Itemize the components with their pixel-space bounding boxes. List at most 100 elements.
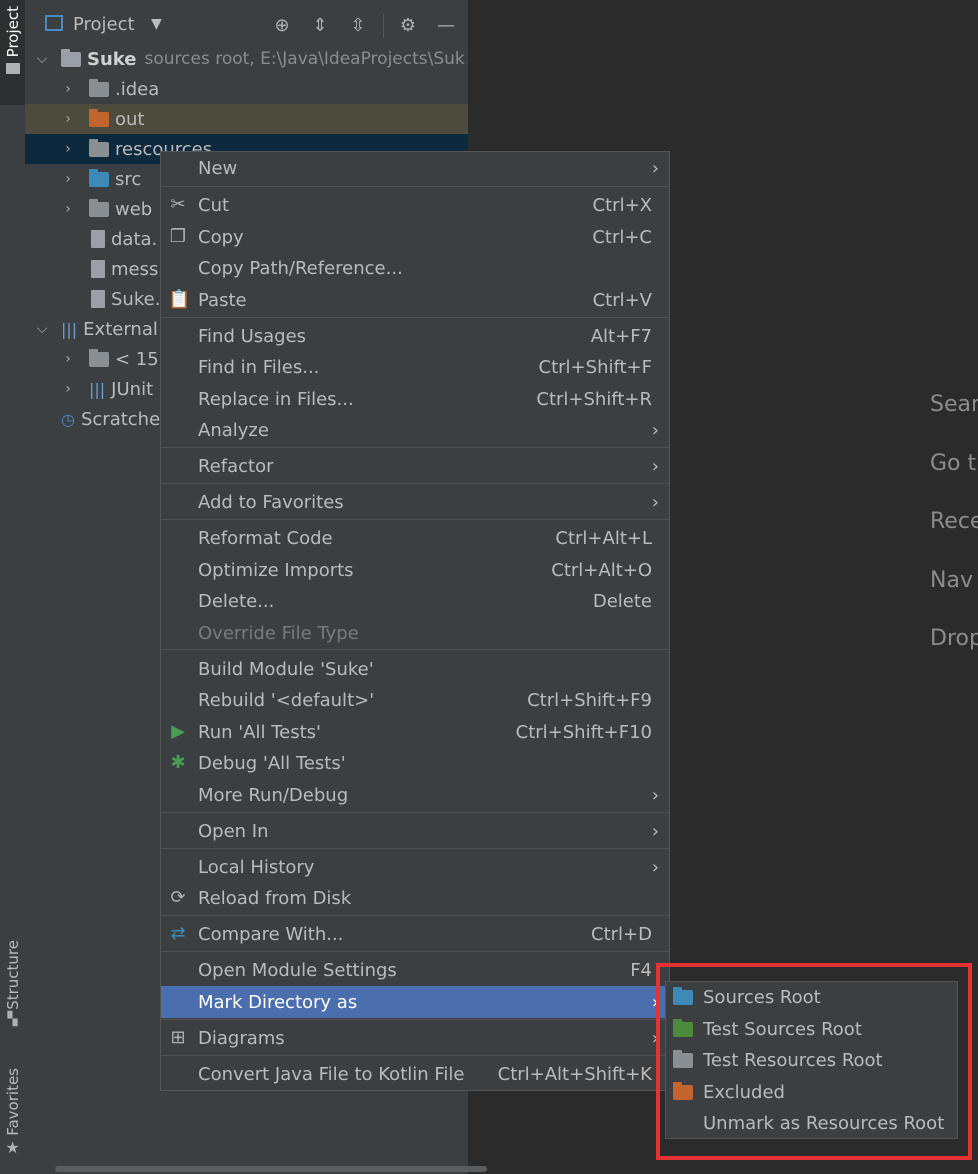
editor-hint: Drop <box>930 626 978 651</box>
menu-item-open-module-settings[interactable]: Open Module Settings F4 <box>161 954 669 986</box>
expand-all-icon[interactable]: ⇕ <box>310 16 330 36</box>
menu-item-paste[interactable]: 📋 Paste Ctrl+V <box>161 284 669 316</box>
chevron-right-icon[interactable]: › <box>61 201 75 217</box>
panel-title[interactable]: Project <box>73 14 135 35</box>
bug-icon: ✱ <box>170 752 186 773</box>
menu-item-shortcut: F4 <box>630 959 652 981</box>
excluded-folder-icon <box>89 108 109 127</box>
jdk-folder-icon <box>89 348 109 367</box>
menu-separator <box>161 915 669 916</box>
menu-item-replace-in-files[interactable]: Replace in Files... Ctrl+Shift+R <box>161 383 669 415</box>
menu-item-compare-with[interactable]: ⇄ Compare With... Ctrl+D <box>161 918 669 950</box>
file-icon <box>91 260 105 278</box>
tree-label: data. <box>111 228 158 250</box>
menu-item-convert-to-kotlin[interactable]: Convert Java File to Kotlin File Ctrl+Al… <box>161 1058 669 1090</box>
left-tool-strip: Project Structure ▚ Favorites ★ <box>0 0 26 1174</box>
collapse-all-icon[interactable]: ⇳ <box>348 16 368 36</box>
menu-item-refactor[interactable]: Refactor › <box>161 450 669 482</box>
menu-item-label: Refactor <box>198 455 274 477</box>
compare-icon: ⇄ <box>170 923 186 944</box>
menu-item-label: Mark Directory as <box>198 991 358 1013</box>
menu-item-run-all-tests[interactable]: ▶ Run 'All Tests' Ctrl+Shift+F10 <box>161 716 669 748</box>
chevron-right-icon[interactable]: › <box>61 381 75 397</box>
library-icon: ||| <box>61 319 78 339</box>
chevron-right-icon: › <box>651 419 659 441</box>
folder-icon <box>5 63 20 75</box>
copy-icon: ❐ <box>169 226 187 247</box>
menu-item-label: New <box>198 157 238 179</box>
menu-item-shortcut: Ctrl+X <box>592 194 652 216</box>
menu-item-add-to-favorites[interactable]: Add to Favorites › <box>161 486 669 518</box>
menu-separator <box>161 812 669 813</box>
chevron-right-icon[interactable]: › <box>61 171 75 187</box>
tree-row-idea[interactable]: › .idea <box>25 74 468 104</box>
menu-item-shortcut: Ctrl+V <box>592 289 652 311</box>
favorites-tab-label: Favorites <box>3 1068 22 1136</box>
chevron-down-icon[interactable]: ▼ <box>151 16 162 32</box>
menu-item-local-history[interactable]: Local History › <box>161 851 669 883</box>
clipboard-icon: 📋 <box>168 289 191 310</box>
menu-item-reload-from-disk[interactable]: ⟳ Reload from Disk <box>161 882 669 914</box>
annotation-highlight-box <box>656 963 972 1160</box>
favorites-tool-tab[interactable]: Favorites ★ <box>0 1068 25 1174</box>
chevron-right-icon: › <box>651 856 659 878</box>
menu-separator <box>161 519 669 520</box>
menu-item-label: Optimize Imports <box>198 559 354 581</box>
source-folder-icon <box>89 168 109 187</box>
menu-separator <box>161 1019 669 1020</box>
menu-item-find-usages[interactable]: Find Usages Alt+F7 <box>161 320 669 352</box>
menu-item-optimize-imports[interactable]: Optimize Imports Ctrl+Alt+O <box>161 554 669 586</box>
menu-item-label: Build Module 'Suke' <box>198 658 374 680</box>
chevron-right-icon[interactable]: › <box>61 351 75 367</box>
editor-hint: Sear <box>930 392 978 417</box>
menu-item-open-in[interactable]: Open In › <box>161 815 669 847</box>
project-tool-tab[interactable]: Project <box>0 0 25 105</box>
chevron-down-icon[interactable]: ⌵ <box>35 321 49 337</box>
chevron-down-icon[interactable]: ⌵ <box>35 51 49 67</box>
tree-row-suke[interactable]: ⌵ Suke sources root, E:\Java\IdeaProject… <box>25 44 468 74</box>
menu-item-delete[interactable]: Delete... Delete <box>161 585 669 617</box>
locate-icon[interactable]: ⊕ <box>272 16 292 36</box>
tree-row-out[interactable]: › out <box>25 104 468 134</box>
menu-item-label: Rebuild '<default>' <box>198 689 375 711</box>
menu-item-new[interactable]: New › <box>161 152 669 184</box>
tree-label: mess <box>111 258 159 280</box>
chevron-right-icon: › <box>651 784 659 806</box>
menu-item-label: Compare With... <box>198 923 344 945</box>
menu-item-cut[interactable]: ✂ Cut Ctrl+X <box>161 189 669 221</box>
menu-item-shortcut: Ctrl+Alt+O <box>551 559 652 581</box>
menu-item-shortcut: Ctrl+Shift+F10 <box>515 721 652 743</box>
chevron-right-icon[interactable]: › <box>61 141 75 157</box>
menu-item-diagrams[interactable]: ⊞ Diagrams › <box>161 1022 669 1054</box>
gear-icon[interactable]: ⚙ <box>398 16 418 36</box>
menu-item-label: Local History <box>198 856 315 878</box>
menu-item-build-module[interactable]: Build Module 'Suke' <box>161 653 669 685</box>
menu-item-mark-directory-as[interactable]: Mark Directory as › <box>161 986 669 1018</box>
menu-item-more-run-debug[interactable]: More Run/Debug › <box>161 779 669 811</box>
menu-item-copy-path[interactable]: Copy Path/Reference... <box>161 252 669 284</box>
menu-item-shortcut: Ctrl+Shift+F9 <box>527 689 652 711</box>
folder-icon <box>89 78 109 97</box>
menu-item-find-in-files[interactable]: Find in Files... Ctrl+Shift+F <box>161 351 669 383</box>
menu-item-rebuild[interactable]: Rebuild '<default>' Ctrl+Shift+F9 <box>161 684 669 716</box>
menu-item-label: Cut <box>198 194 230 216</box>
chevron-right-icon[interactable]: › <box>61 81 75 97</box>
tree-label: JUnit <box>111 378 154 400</box>
horizontal-scrollbar[interactable] <box>55 1166 487 1172</box>
tree-label: External <box>83 318 158 340</box>
minimize-icon[interactable]: — <box>436 16 456 36</box>
chevron-right-icon[interactable]: › <box>61 111 75 127</box>
menu-item-reformat-code[interactable]: Reformat Code Ctrl+Alt+L <box>161 522 669 554</box>
menu-item-copy[interactable]: ❐ Copy Ctrl+C <box>161 221 669 253</box>
menu-separator <box>161 483 669 484</box>
tree-hint: sources root, E:\Java\IdeaProjects\Suk <box>144 49 465 69</box>
menu-separator <box>161 649 669 650</box>
menu-item-debug-all-tests[interactable]: ✱ Debug 'All Tests' <box>161 747 669 779</box>
structure-tool-tab[interactable]: Structure ▚ <box>0 940 25 1040</box>
menu-item-label: Paste <box>198 289 247 311</box>
menu-item-override-file-type: Override File Type <box>161 617 669 649</box>
diagram-icon: ⊞ <box>170 1027 186 1048</box>
menu-item-shortcut: Ctrl+Shift+F <box>538 356 652 378</box>
menu-separator <box>161 447 669 448</box>
menu-item-analyze[interactable]: Analyze › <box>161 414 669 446</box>
